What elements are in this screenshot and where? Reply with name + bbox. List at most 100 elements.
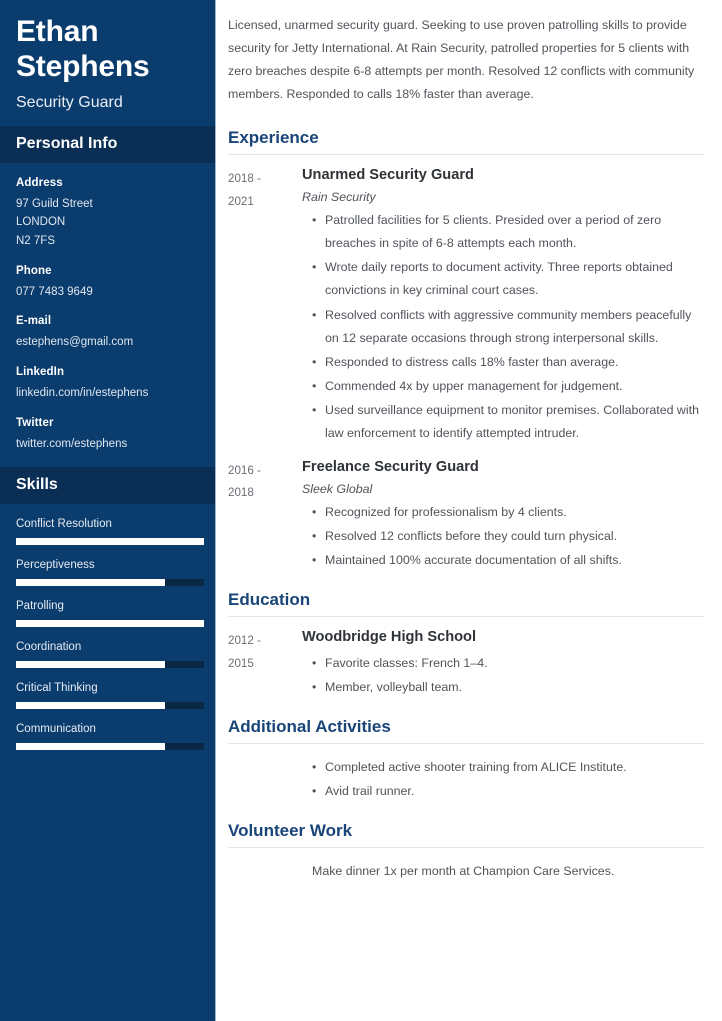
bullet-item: Recognized for professionalism by 4 clie… xyxy=(312,501,704,524)
bullet-item: Maintained 100% accurate documentation o… xyxy=(312,549,704,572)
bullet-item: Used surveillance equipment to monitor p… xyxy=(312,399,704,445)
skill-label: Coordination xyxy=(16,641,82,654)
skill-bar-fill xyxy=(16,743,165,751)
section-title-additional-activities: Additional Activities xyxy=(228,717,391,737)
contact-item-email: E-mail estephens@gmail.com xyxy=(16,315,199,352)
section-volunteer-work: Volunteer Work Make dinner 1x per month … xyxy=(228,817,704,883)
entry-body: Woodbridge High School Favorite classes:… xyxy=(302,629,704,700)
skill-bar-track xyxy=(16,743,204,751)
skill-bar-fill xyxy=(16,702,165,710)
entry-bullets: Recognized for professionalism by 4 clie… xyxy=(302,501,704,572)
entry-dates-placeholder xyxy=(228,860,302,861)
experience-entry: 2018 - 2021 Unarmed Security Guard Rain … xyxy=(228,167,704,446)
bullet-item: Member, volleyball team. xyxy=(312,676,704,699)
skill-label: Patrolling xyxy=(16,600,64,613)
contact-item-twitter: Twitter twitter.com/estephens xyxy=(16,417,199,454)
entry-company: Rain Security xyxy=(302,190,376,205)
entry-body: Make dinner 1x per month at Champion Car… xyxy=(302,860,704,883)
contact-label: LinkedIn xyxy=(16,365,65,378)
section-education: Education 2012 - 2015 Woodbridge High Sc… xyxy=(228,586,704,700)
skill-bar-fill xyxy=(16,620,204,628)
contact-item-linkedin: LinkedIn linkedin.com/in/estephens xyxy=(16,366,199,403)
section-divider xyxy=(228,847,704,849)
volunteer-work-entry: Make dinner 1x per month at Champion Car… xyxy=(228,860,704,883)
contact-value[interactable]: estephens@gmail.com xyxy=(16,333,199,352)
contact-item-phone: Phone 077 7483 9649 xyxy=(16,265,199,302)
skill-label: Perceptiveness xyxy=(16,559,95,572)
contact-label: Address xyxy=(16,176,63,189)
volunteer-work-text: Make dinner 1x per month at Champion Car… xyxy=(312,864,615,879)
skill-bar-fill xyxy=(16,538,204,546)
bullet-item: Resolved 12 conflicts before they could … xyxy=(312,525,704,548)
entry-title: Woodbridge High School xyxy=(302,629,477,646)
entry-title: Freelance Security Guard xyxy=(302,458,479,475)
skills-heading: Skills xyxy=(0,467,215,505)
entry-bullets: Patrolled facilities for 5 clients. Pres… xyxy=(302,209,704,445)
contact-value: 077 7483 9649 xyxy=(16,285,93,298)
professional-summary: Licensed, unarmed security guard. Seekin… xyxy=(228,18,695,102)
entry-bullets: Completed active shooter training from A… xyxy=(302,756,704,803)
contact-item-address: Address 97 Guild Street LONDON N2 7FS xyxy=(16,177,199,251)
contact-value[interactable]: linkedin.com/in/estephens xyxy=(16,384,199,403)
skill-item: Communication xyxy=(16,723,204,751)
additional-activities-entry: Completed active shooter training from A… xyxy=(228,756,704,804)
skill-bar-track xyxy=(16,579,204,587)
section-divider xyxy=(228,616,704,618)
main-content: Licensed, unarmed security guard. Seekin… xyxy=(216,0,722,1021)
section-title-volunteer-work: Volunteer Work xyxy=(228,821,353,841)
section-divider xyxy=(228,154,704,156)
section-title-experience: Experience xyxy=(228,128,319,148)
skill-bar-track xyxy=(16,538,204,546)
personal-info-heading: Personal Info xyxy=(0,125,215,163)
candidate-job-title: Security Guard xyxy=(16,93,123,111)
contact-label: E-mail xyxy=(16,315,52,328)
skill-item: Perceptiveness xyxy=(16,559,204,587)
skill-label: Communication xyxy=(16,723,96,736)
entry-dates: 2016 - 2018 xyxy=(228,463,261,500)
entry-dates-placeholder xyxy=(228,756,302,757)
skill-bar-track xyxy=(16,702,204,710)
skill-item: Patrolling xyxy=(16,600,204,628)
entry-body: Freelance Security Guard Sleek Global Re… xyxy=(302,459,704,573)
identity-block: Ethan Stephens Security Guard xyxy=(0,0,215,126)
contact-value: 97 Guild Street LONDON N2 7FS xyxy=(16,197,93,248)
entry-body: Completed active shooter training from A… xyxy=(302,756,704,804)
resume-page: Ethan Stephens Security Guard Personal I… xyxy=(0,0,722,1021)
candidate-name: Ethan Stephens xyxy=(16,15,150,84)
contact-label: Twitter xyxy=(16,416,54,429)
skill-bar-fill xyxy=(16,579,165,587)
section-divider xyxy=(228,743,704,745)
section-title-education: Education xyxy=(228,590,311,610)
skill-label: Critical Thinking xyxy=(16,682,98,695)
bullet-item: Wrote daily reports to document activity… xyxy=(312,256,704,302)
experience-entry: 2016 - 2018 Freelance Security Guard Sle… xyxy=(228,459,704,573)
skill-bar-track xyxy=(16,620,204,628)
skill-item: Conflict Resolution xyxy=(16,518,204,546)
entry-dates: 2018 - 2021 xyxy=(228,172,261,208)
section-experience: Experience 2018 - 2021 Unarmed Security … xyxy=(228,124,704,573)
entry-title: Unarmed Security Guard xyxy=(302,167,474,184)
bullet-item: Avid trail runner. xyxy=(312,780,704,803)
skill-label: Conflict Resolution xyxy=(16,518,112,531)
bullet-item: Commended 4x by upper management for jud… xyxy=(312,375,704,398)
section-additional-activities: Additional Activities Completed active s… xyxy=(228,713,704,804)
contact-value[interactable]: twitter.com/estephens xyxy=(16,435,199,454)
skill-bar-track xyxy=(16,661,204,669)
skill-item: Coordination xyxy=(16,641,204,669)
contact-label: Phone xyxy=(16,264,52,277)
bullet-item: Favorite classes: French 1–4. xyxy=(312,652,704,675)
bullet-item: Completed active shooter training from A… xyxy=(312,756,704,779)
entry-bullets: Favorite classes: French 1–4. Member, vo… xyxy=(302,652,704,699)
contact-list: Address 97 Guild Street LONDON N2 7FS Ph… xyxy=(0,163,215,467)
bullet-item: Patrolled facilities for 5 clients. Pres… xyxy=(312,209,704,255)
entry-company: Sleek Global xyxy=(302,481,373,496)
skill-bar-fill xyxy=(16,661,165,669)
skills-list: Conflict Resolution Perceptiveness Patro… xyxy=(0,504,215,780)
bullet-item: Resolved conflicts with aggressive commu… xyxy=(312,304,704,350)
entry-body: Unarmed Security Guard Rain Security Pat… xyxy=(302,167,704,446)
bullet-item: Responded to distress calls 18% faster t… xyxy=(312,351,704,374)
education-entry: 2012 - 2015 Woodbridge High School Favor… xyxy=(228,629,704,700)
skill-item: Critical Thinking xyxy=(16,682,204,710)
sidebar: Ethan Stephens Security Guard Personal I… xyxy=(0,0,216,1021)
entry-dates: 2012 - 2015 xyxy=(228,634,261,670)
